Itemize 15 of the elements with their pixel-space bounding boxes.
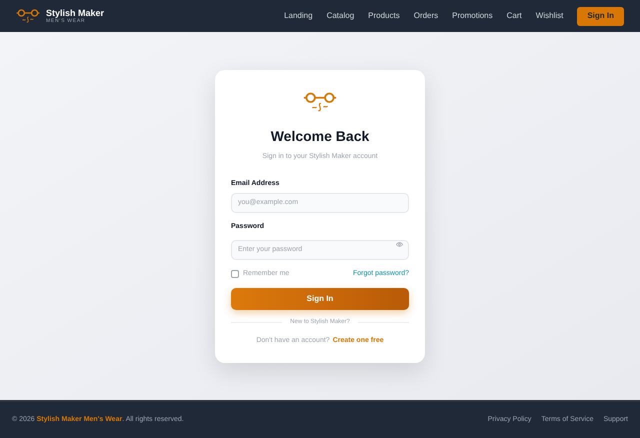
eye-icon[interactable]	[396, 242, 403, 247]
nav-link[interactable]: Landing	[284, 10, 313, 22]
nav-link[interactable]: Catalog	[326, 10, 354, 22]
submit-button[interactable]: Sign In	[231, 288, 409, 310]
remember-checkbox[interactable]	[231, 270, 239, 278]
nav-link[interactable]: Products	[368, 10, 400, 22]
card-title: Welcome Back	[270, 126, 370, 146]
nav-link[interactable]: Cart	[506, 10, 522, 22]
nav-link[interactable]: Promotions	[452, 10, 493, 22]
glasses-logo-icon	[16, 8, 40, 24]
sign-in-button[interactable]: Sign In	[577, 6, 624, 26]
brand-name: Stylish Maker	[46, 8, 104, 18]
nav-link[interactable]: Orders	[414, 10, 438, 22]
nav-link[interactable]: Wishlist	[536, 10, 564, 22]
glasses-mustache-icon	[303, 90, 337, 114]
